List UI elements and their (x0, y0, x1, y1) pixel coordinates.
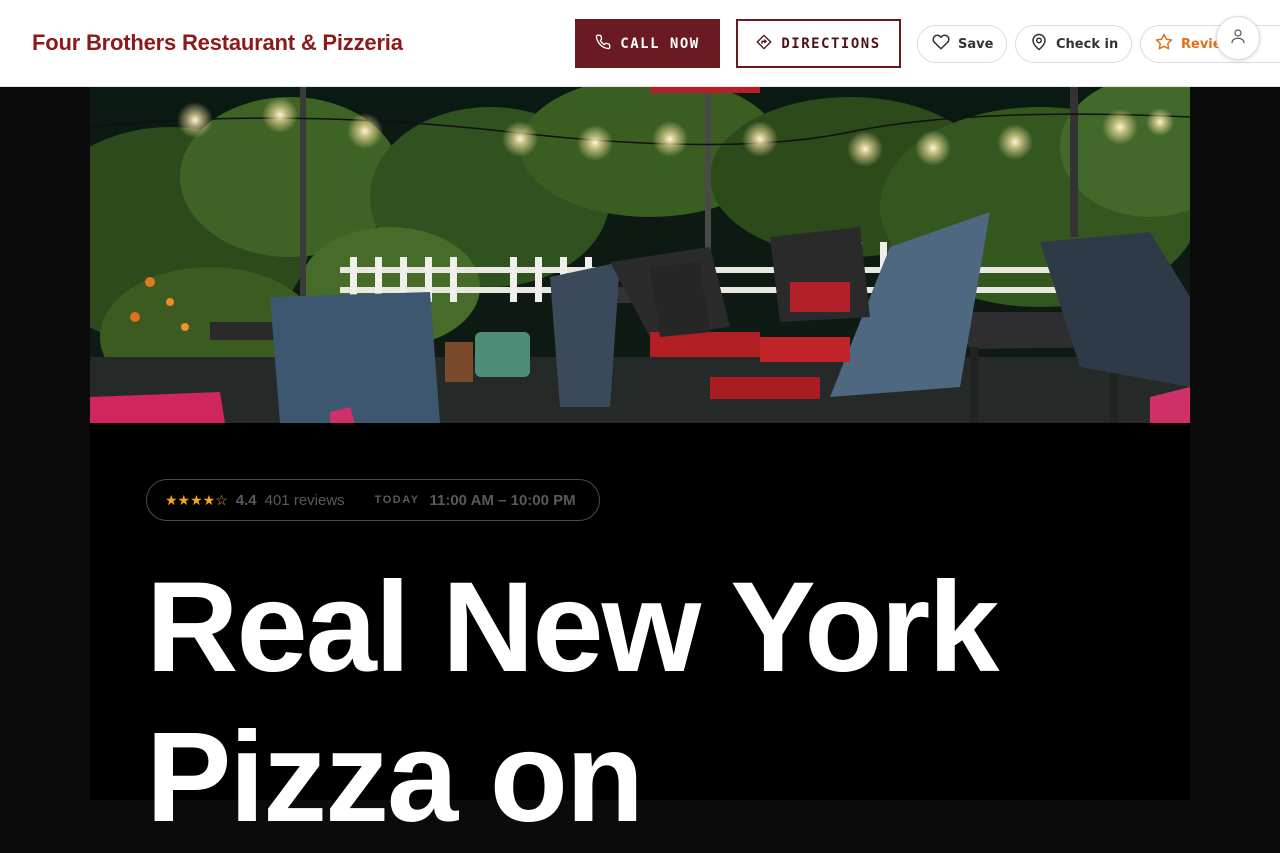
check-in-label: Check in (1056, 36, 1119, 52)
restaurant-name[interactable]: Four Brothers Restaurant & Pizzeria (32, 30, 403, 56)
check-in-button[interactable]: Check in (1015, 25, 1132, 63)
hero-headline: Real New York Pizza on (146, 553, 1146, 853)
hero-content: ★★★★☆ 4.4 401 reviews TODAY 11:00 AM – 1… (90, 423, 1190, 849)
today-label: TODAY (374, 494, 420, 506)
call-now-button[interactable]: CALL NOW (575, 19, 720, 68)
heart-icon (932, 33, 950, 55)
opening-hours: 11:00 AM – 10:00 PM (429, 491, 576, 509)
top-navigation-bar: Four Brothers Restaurant & Pizzeria CALL… (0, 0, 1280, 87)
directions-label: DIRECTIONS (781, 35, 881, 52)
save-label: Save (958, 36, 994, 52)
phone-icon (595, 34, 611, 54)
save-button[interactable]: Save (917, 25, 1007, 63)
map-pin-icon (1030, 33, 1048, 55)
rating-hours-badge[interactable]: ★★★★☆ 4.4 401 reviews TODAY 11:00 AM – 1… (146, 479, 600, 521)
directions-icon (756, 34, 772, 54)
review-count[interactable]: 401 reviews (265, 492, 345, 509)
account-button[interactable] (1216, 16, 1260, 60)
star-icon (1155, 33, 1173, 55)
hero-photo (90, 87, 1190, 423)
rating-value: 4.4 (235, 491, 257, 509)
patio-night-photo (90, 87, 1190, 423)
user-icon (1229, 27, 1247, 49)
headline-line-1: Real New York (146, 556, 999, 699)
call-now-label: CALL NOW (620, 35, 700, 52)
directions-button[interactable]: DIRECTIONS (736, 19, 901, 68)
headline-line-2: Pizza on (146, 706, 644, 849)
star-rating: ★★★★☆ (165, 491, 228, 508)
